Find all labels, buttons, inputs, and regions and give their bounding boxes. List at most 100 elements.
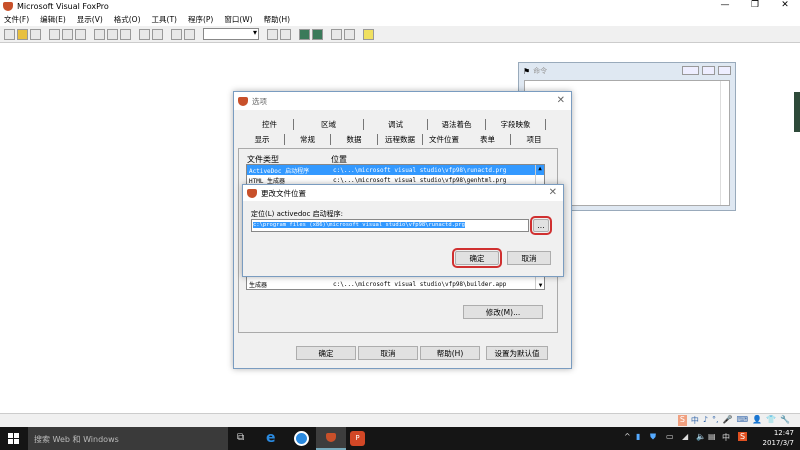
ok-button[interactable]: 确定: [296, 346, 356, 360]
tab-data[interactable]: 数据: [331, 134, 378, 145]
menu-view[interactable]: 显示(V): [77, 14, 103, 25]
tab-forms[interactable]: 表单: [465, 134, 511, 145]
command-flag-icon: ⚑: [523, 66, 531, 76]
foxpro-taskbar-button[interactable]: [316, 427, 346, 450]
foxpro-icon: [238, 96, 248, 106]
close-icon[interactable]: ✕: [557, 95, 565, 106]
menu-file[interactable]: 文件(F): [4, 14, 29, 25]
undo-icon[interactable]: [139, 28, 150, 40]
menu-format[interactable]: 格式(O): [114, 14, 141, 25]
taskbar: 搜索 Web 和 Windows ⧉ e P ^ ▮ ⛊ ▭ ◢ 🔈 ▤ 中 S…: [0, 427, 800, 450]
user-icon[interactable]: 👤: [752, 415, 762, 426]
sogou-browser-icon[interactable]: [294, 431, 309, 446]
tab-remote-data[interactable]: 远程数据: [378, 134, 423, 145]
command-window-title: 命令: [533, 67, 548, 75]
close-button[interactable]: [718, 66, 731, 75]
dialog-title: 更改文件位置: [261, 188, 306, 198]
input-language[interactable]: 中: [722, 432, 730, 443]
report-wizard-icon[interactable]: [312, 28, 323, 40]
keyboard-icon[interactable]: ⌨: [737, 415, 749, 426]
modify-form-icon[interactable]: [184, 28, 195, 40]
restore-button[interactable]: ❐: [740, 0, 770, 10]
copy-icon[interactable]: [107, 28, 118, 40]
ime-toolbar[interactable]: S 中 ♪ °, 🎤 ⌨ 👤 👕 🔧: [677, 415, 790, 426]
tab-controls[interactable]: 控件: [246, 119, 294, 130]
maximize-button[interactable]: [702, 66, 715, 75]
preview-icon[interactable]: [62, 28, 73, 40]
location-value: c:\program files (x86)\microsoft visual …: [253, 222, 465, 228]
open-icon[interactable]: [17, 28, 28, 40]
punctuation-icon[interactable]: °,: [712, 415, 719, 426]
edge-icon[interactable]: e: [266, 430, 281, 446]
tab-field-mapping[interactable]: 字段映象: [486, 119, 546, 130]
ok-button[interactable]: 确定: [452, 248, 502, 268]
new-icon[interactable]: [4, 28, 15, 40]
search-box[interactable]: 搜索 Web 和 Windows: [28, 427, 228, 450]
menu-window[interactable]: 窗口(W): [224, 14, 252, 25]
show-hidden-icons[interactable]: ^: [624, 432, 631, 441]
menu-help[interactable]: 帮助(H): [264, 14, 291, 25]
location-label: 定位(L) activedoc 启动程序:: [251, 210, 344, 218]
tab-view[interactable]: 显示: [240, 134, 285, 145]
cut-icon[interactable]: [94, 28, 105, 40]
task-view-icon[interactable]: ⧉: [237, 432, 244, 443]
foxpro-icon: [247, 188, 257, 198]
side-widget[interactable]: [794, 92, 800, 132]
windows-start-icon[interactable]: [8, 433, 19, 444]
minimize-button[interactable]: [682, 66, 699, 75]
browse-button[interactable]: ...: [530, 216, 552, 235]
ime-mode[interactable]: 中: [691, 415, 699, 426]
modify-button[interactable]: 修改(M)...: [463, 305, 543, 319]
scrollbar[interactable]: [720, 81, 729, 205]
location-input[interactable]: c:\program files (x86)\microsoft visual …: [251, 219, 529, 232]
network-icon[interactable]: ◢: [682, 432, 688, 441]
security-shield-icon[interactable]: ⛊: [650, 432, 656, 442]
sogou-ime-icon[interactable]: S: [738, 432, 748, 441]
cancel-button[interactable]: 取消: [358, 346, 418, 360]
powerpoint-icon[interactable]: P: [350, 431, 365, 446]
form-wizard-icon[interactable]: [299, 28, 310, 40]
tab-syntax-coloring[interactable]: 语法着色: [428, 119, 486, 130]
skin-icon[interactable]: 👕: [766, 415, 776, 426]
mic-icon[interactable]: 🎤: [723, 415, 733, 426]
minimize-button[interactable]: —: [710, 0, 740, 10]
volume-icon[interactable]: 🔈: [696, 432, 706, 441]
help-button[interactable]: 帮助(H): [420, 346, 480, 360]
app-title: Microsoft Visual FoxPro: [17, 2, 109, 11]
database-combo[interactable]: [203, 28, 259, 40]
cancel-button[interactable]: 取消: [507, 251, 551, 265]
autoform-icon[interactable]: [331, 28, 342, 40]
tab-general[interactable]: 常规: [285, 134, 331, 145]
ime-logo-icon: S: [677, 415, 687, 426]
tab-file-locations[interactable]: 文件位置: [423, 134, 465, 145]
paste-icon[interactable]: [120, 28, 131, 40]
list-item[interactable]: ActiveDoc 启动程序 c:\...\microsoft visual st…: [247, 165, 544, 175]
menu-tools[interactable]: 工具(T): [152, 14, 177, 25]
spell-icon[interactable]: [75, 28, 86, 40]
help-icon[interactable]: [363, 28, 374, 40]
command-window-icon[interactable]: [267, 28, 278, 40]
run-icon[interactable]: [171, 28, 182, 40]
tab-projects[interactable]: 项目: [511, 134, 557, 145]
change-location-dialog: 更改文件位置 ✕ 定位(L) activedoc 启动程序: c:\progra…: [242, 184, 564, 277]
notification-icon[interactable]: ▤: [708, 432, 716, 441]
tab-regional[interactable]: 区域: [294, 119, 364, 130]
list-item[interactable]: 生成器 c:\...\microsoft visual studio\vfp98\…: [247, 279, 506, 289]
data-session-icon[interactable]: [280, 28, 291, 40]
clock[interactable]: 12:47 2017/3/7: [763, 428, 794, 448]
set-default-button[interactable]: 设置为默认值: [486, 346, 548, 360]
bluetooth-icon[interactable]: ▮: [636, 432, 640, 441]
menu-edit[interactable]: 编辑(E): [40, 14, 66, 25]
foxpro-icon: [3, 2, 13, 11]
close-icon[interactable]: ✕: [549, 187, 557, 198]
save-icon[interactable]: [30, 28, 41, 40]
moon-icon[interactable]: ♪: [703, 415, 708, 426]
wrench-icon[interactable]: 🔧: [780, 415, 790, 426]
menu-program[interactable]: 程序(P): [188, 14, 213, 25]
print-icon[interactable]: [49, 28, 60, 40]
close-button[interactable]: ✕: [770, 0, 800, 10]
autoreport-icon[interactable]: [344, 28, 355, 40]
battery-icon[interactable]: ▭: [666, 432, 674, 441]
redo-icon[interactable]: [152, 28, 163, 40]
tab-debug[interactable]: 调试: [364, 119, 428, 130]
